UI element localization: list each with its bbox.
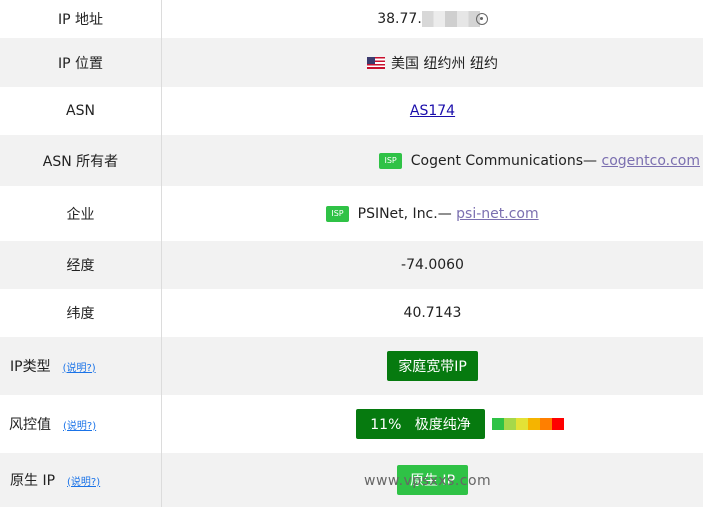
row-native: 原生 IP (说明?) 原生 IP [0, 453, 703, 507]
risk-scale-segment [539, 418, 552, 430]
ip-type-explain-link[interactable]: (说明?) [63, 359, 96, 374]
ip-value-cell: 38.77. [162, 0, 703, 38]
location-label: IP 位置 [0, 38, 162, 87]
longitude-label: 经度 [0, 241, 162, 289]
row-longitude: 经度 -74.0060 [0, 241, 703, 289]
location-value-cell: 美国 纽约州 纽约 [162, 38, 703, 87]
row-asn-owner: ASN 所有者 ISP Cogent Communications— cogen… [0, 135, 703, 186]
native-label-cell: 原生 IP (说明?) [0, 453, 162, 507]
row-risk: 风控值 (说明?) 11% 极度纯净 [0, 395, 703, 453]
ip-type-badge: 家庭宽带IP [387, 351, 478, 381]
risk-explain-link[interactable]: (说明?) [63, 417, 96, 432]
asn-owner-domain-link[interactable]: cogentco.com [602, 153, 701, 169]
company-value-cell: ISP PSINet, Inc.— psi-net.com [162, 186, 703, 241]
ip-mask [421, 11, 480, 27]
native-label: 原生 IP [10, 473, 56, 489]
risk-badge: 11% 极度纯净 [356, 409, 485, 439]
row-latitude: 纬度 40.7143 [0, 289, 703, 337]
risk-scale-segment [491, 418, 504, 430]
ip-label: IP 地址 [0, 0, 162, 38]
asn-owner-value-cell: ISP Cogent Communications— cogentco.com [162, 135, 703, 186]
ip-info-table: IP 地址 38.77. IP 位置 美国 纽约州 纽约 ASN AS174 A… [0, 0, 703, 507]
ip-value: 38.77. [377, 11, 422, 27]
asn-value-cell: AS174 [162, 87, 703, 135]
location-value: 美国 纽约州 纽约 [391, 55, 498, 72]
row-ip-type: IP类型 (说明?) 家庭宽带IP [0, 337, 703, 395]
company-label: 企业 [0, 186, 162, 241]
ip-type-label-cell: IP类型 (说明?) [0, 337, 162, 395]
us-flag-icon [367, 56, 386, 69]
risk-scale-segment [503, 418, 516, 430]
risk-value-cell: 11% 极度纯净 [162, 395, 703, 453]
latitude-label: 纬度 [0, 289, 162, 337]
ip-type-value-cell: 家庭宽带IP [162, 337, 703, 395]
company-name: PSINet, Inc.— [357, 205, 457, 222]
asn-owner-label: ASN 所有者 [0, 135, 162, 186]
native-explain-link[interactable]: (说明?) [67, 473, 100, 488]
risk-scale-segment [551, 418, 564, 430]
asn-link[interactable]: AS174 [410, 103, 455, 119]
company-domain-link[interactable]: psi-net.com [456, 206, 538, 222]
row-asn: ASN AS174 [0, 87, 703, 135]
risk-scale [491, 418, 564, 430]
asn-owner-name: Cogent Communications— [410, 152, 602, 169]
isp-badge: ISP [326, 205, 349, 222]
longitude-value: -74.0060 [401, 257, 464, 273]
latitude-value: 40.7143 [403, 305, 462, 321]
row-location: IP 位置 美国 纽约州 纽约 [0, 38, 703, 87]
risk-label: 风控值 [9, 417, 51, 433]
eye-icon[interactable] [475, 13, 488, 25]
asn-label: ASN [0, 87, 162, 135]
row-ip: IP 地址 38.77. [0, 0, 703, 38]
risk-label-cell: 风控值 (说明?) [0, 395, 162, 453]
row-company: 企业 ISP PSINet, Inc.— psi-net.com [0, 186, 703, 241]
risk-scale-segment [527, 418, 540, 430]
ip-type-label: IP类型 [10, 359, 51, 375]
risk-scale-segment [515, 418, 528, 430]
watermark: www.vpsxxs.com [364, 473, 492, 489]
isp-badge: ISP [379, 152, 402, 169]
